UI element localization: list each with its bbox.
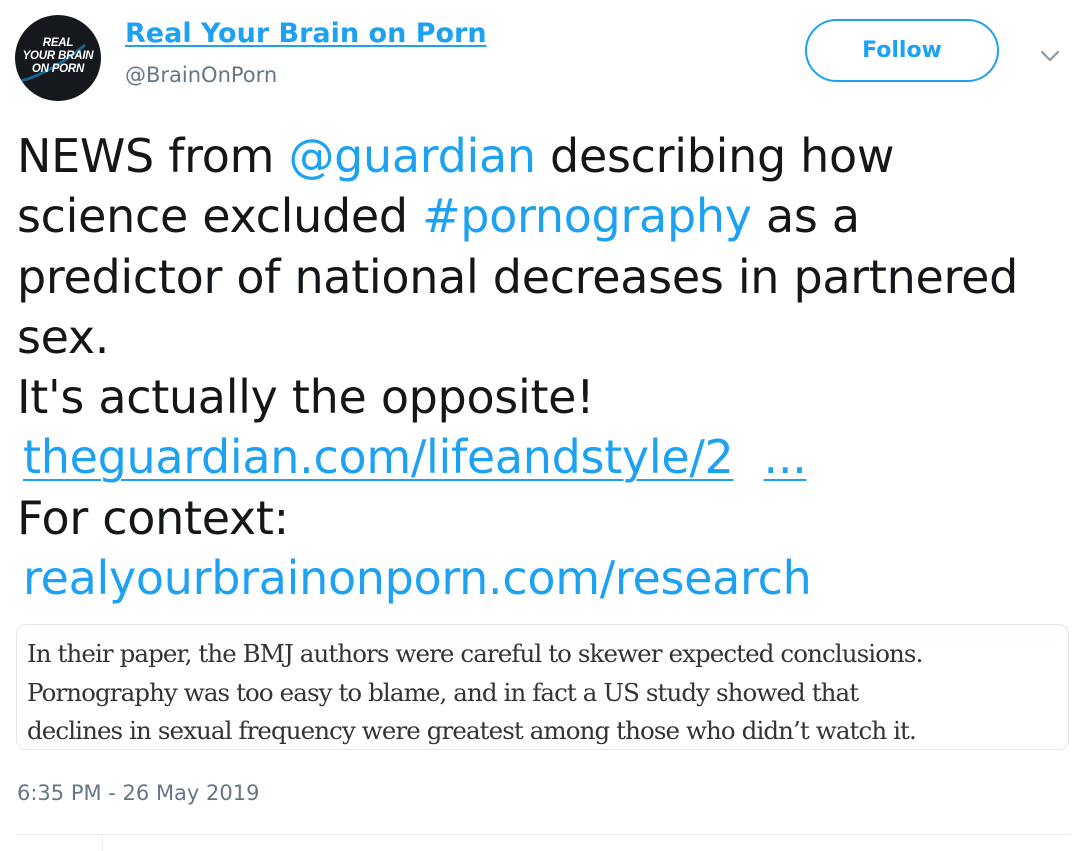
guardian-article-link[interactable]: theguardian.com/lifeandstyle/2	[17, 430, 734, 484]
tweet-line: NEWS from @guardian describing how	[17, 126, 1077, 186]
tweet-line: It's actually the opposite!	[17, 370, 595, 425]
quote-image-line: declines in sexual frequency were greate…	[27, 716, 917, 745]
tweet-line: predictor of national decreases in partn…	[17, 249, 1018, 304]
divider	[102, 835, 103, 851]
author-display-name[interactable]: Real Your Brain on Porn	[125, 16, 487, 52]
research-link[interactable]: realyourbrainonporn.com/research	[17, 551, 812, 605]
tweet-timestamp[interactable]: 6:35 PM - 26 May 2019	[17, 777, 259, 809]
tweet-line: theguardian.com/lifeandstyle/2...	[17, 427, 1077, 487]
tweet-text: NEWS from @guardian describing how scien…	[17, 126, 1077, 608]
author-handle[interactable]: @BrainOnPorn	[125, 60, 277, 90]
tweet-line: realyourbrainonporn.com/research	[17, 548, 1077, 608]
avatar-logo-line: YOUR BRAIN	[22, 50, 94, 62]
follow-button[interactable]: Follow	[805, 19, 999, 82]
avatar-logo-line: ON PORN	[31, 63, 85, 75]
tweet-text-segment: NEWS from	[17, 129, 289, 183]
tweet-line: science excluded #pornography as a	[17, 186, 1077, 246]
avatar[interactable]: REAL YOUR BRAIN ON PORN	[15, 15, 101, 101]
quote-image-line: Pornography was too easy to blame, and i…	[27, 677, 859, 707]
quote-image[interactable]: In their paper, the BMJ authors were car…	[16, 624, 1069, 750]
tweet-text-segment: as a	[751, 189, 860, 244]
quote-image-line: In their paper, the BMJ authors were car…	[27, 639, 923, 668]
tweet-card: REAL YOUR BRAIN ON PORN Real Your Brain …	[0, 0, 1087, 851]
avatar-logo-text: REAL YOUR BRAIN ON PORN	[15, 37, 101, 76]
tweet-text-segment: describing how	[535, 129, 895, 183]
avatar-logo-line: REAL	[42, 37, 74, 49]
chevron-down-icon[interactable]	[1038, 44, 1062, 68]
hashtag-link[interactable]: #pornography	[422, 189, 752, 243]
tweet-line: For context:	[17, 490, 289, 545]
tweet-line: sex.	[17, 309, 110, 364]
divider	[16, 834, 1071, 835]
link-ellipsis[interactable]: ...	[764, 430, 807, 484]
tweet-text-segment: science excluded	[17, 189, 423, 244]
mention-link[interactable]: @guardian	[288, 129, 536, 183]
